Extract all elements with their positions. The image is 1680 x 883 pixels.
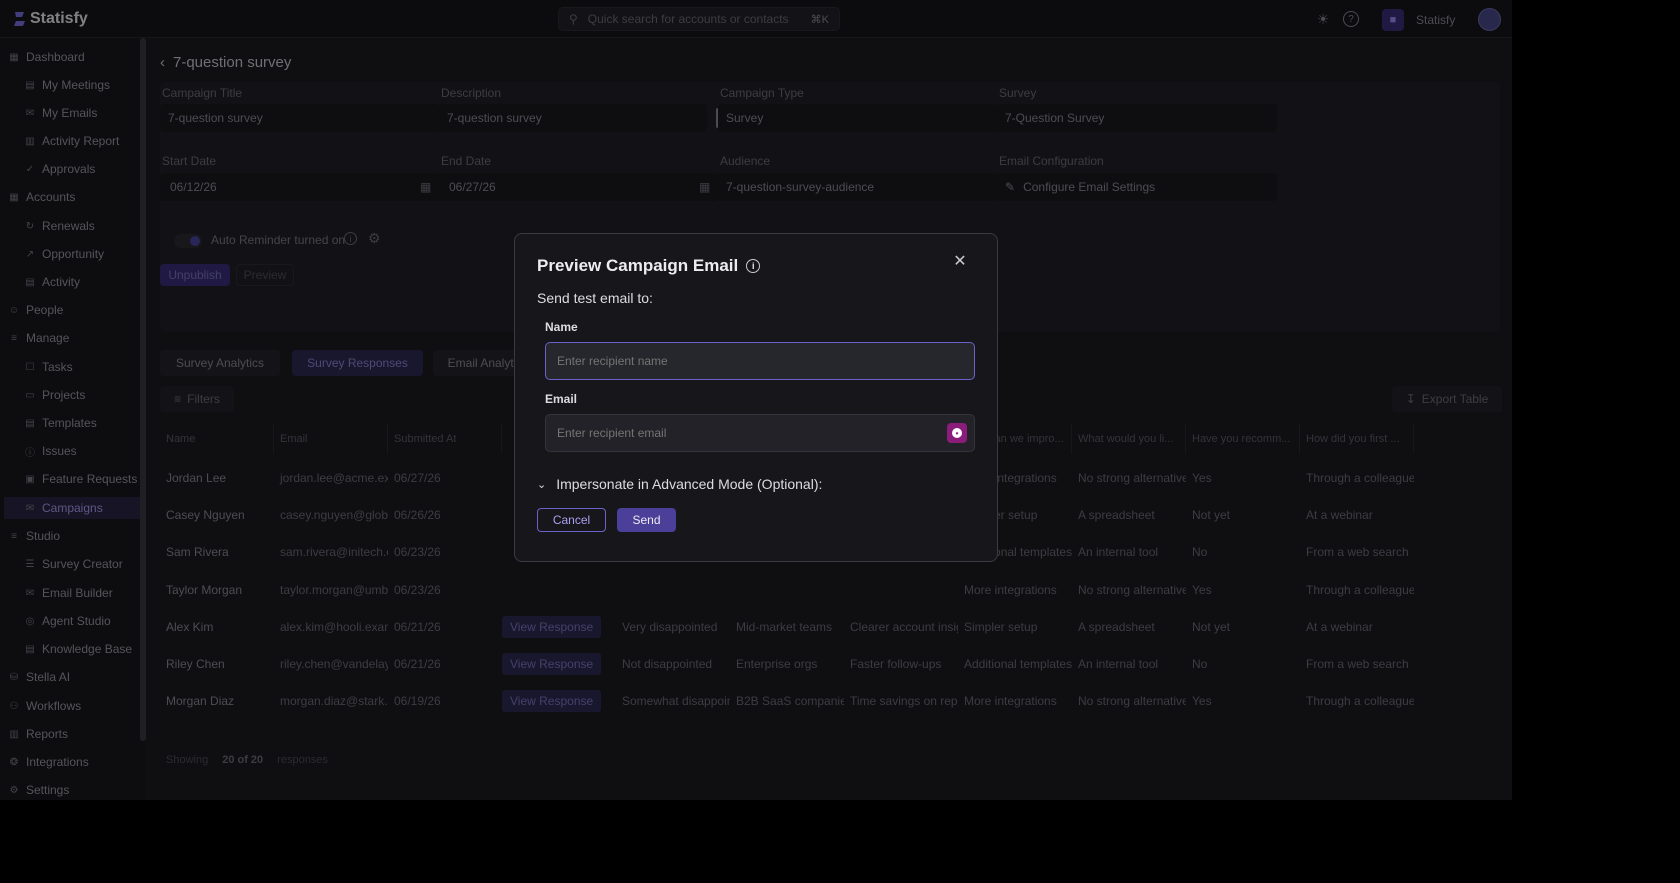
advanced-mode-label: Impersonate in Advanced Mode (Optional): bbox=[556, 476, 823, 492]
cancel-button[interactable]: Cancel bbox=[537, 508, 606, 532]
name-label: Name bbox=[545, 320, 578, 334]
close-icon[interactable]: ✕ bbox=[951, 252, 969, 270]
email-label: Email bbox=[545, 392, 578, 406]
recipient-name-input[interactable] bbox=[545, 342, 975, 380]
recipient-email-input[interactable] bbox=[545, 414, 975, 452]
password-manager-icon[interactable]: • bbox=[947, 423, 967, 443]
app-window: Statisfy ⚲ Quick search for accounts or … bbox=[0, 0, 1512, 800]
info-icon[interactable]: i bbox=[746, 259, 761, 273]
modal-subtitle: Send test email to: bbox=[537, 290, 653, 306]
send-button[interactable]: Send bbox=[617, 508, 676, 532]
modal-title: Preview Campaign Email i bbox=[537, 256, 761, 276]
chevron-down-icon: ⌄ bbox=[537, 478, 547, 491]
advanced-mode-toggle[interactable]: ⌄ Impersonate in Advanced Mode (Optional… bbox=[537, 476, 822, 492]
modal-title-text: Preview Campaign Email bbox=[537, 256, 739, 275]
preview-email-modal: Preview Campaign Email i ✕ Send test ema… bbox=[514, 233, 998, 562]
